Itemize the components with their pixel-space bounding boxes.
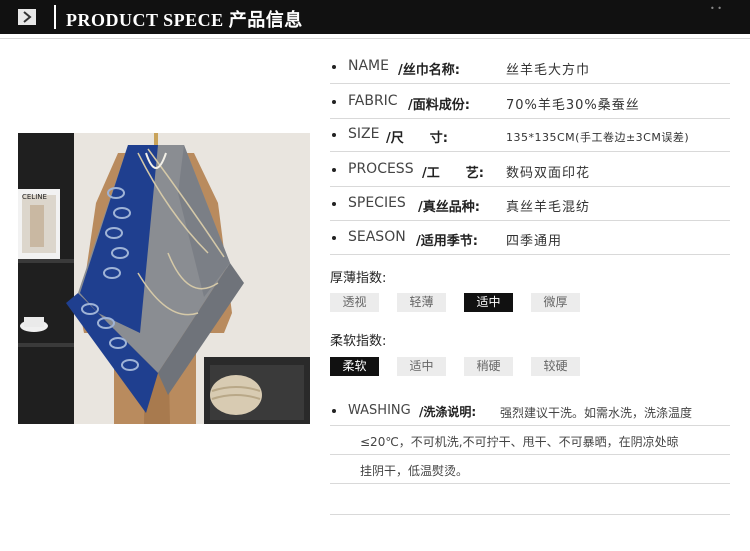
thickness-option[interactable]: 轻薄 bbox=[397, 293, 446, 312]
softness-option[interactable]: 适中 bbox=[397, 357, 446, 376]
softness-option[interactable]: 稍硬 bbox=[464, 357, 513, 376]
header-divider bbox=[54, 5, 56, 29]
softness-option[interactable]: 较硬 bbox=[531, 357, 580, 376]
bullet-icon bbox=[332, 236, 336, 240]
bullet-icon bbox=[332, 65, 336, 69]
spec-value: 丝羊毛大方巾 bbox=[506, 63, 591, 78]
washing-line-2: ≤20℃，不可机洗,不可拧干、甩干、不可暴晒，在阴凉处晾 bbox=[330, 426, 730, 455]
header-underline bbox=[0, 38, 750, 39]
spec-value: 真丝羊毛混纺 bbox=[506, 200, 591, 215]
spec-row-process: PROCESS /工 艺: 数码双面印花 bbox=[330, 153, 730, 187]
washing-line-1: WASHING /洗涤说明: 强烈建议干洗。如需水洗，洗涤温度 bbox=[330, 397, 730, 426]
softness-option-selected[interactable]: 柔软 bbox=[330, 357, 379, 376]
spec-label-en: NAME bbox=[348, 58, 389, 74]
washing-text: ≤20℃，不可机洗,不可拧干、甩干、不可暴晒，在阴凉处晾 bbox=[360, 435, 679, 449]
bullet-icon bbox=[332, 133, 336, 137]
washing-line-3: 挂阴干，低温熨烫。 bbox=[330, 455, 730, 484]
spec-label-cn: /尺 寸: bbox=[386, 131, 448, 146]
spec-value: 四季通用 bbox=[506, 234, 563, 249]
spec-value: 数码双面印花 bbox=[506, 166, 591, 181]
thickness-option-selected[interactable]: 适中 bbox=[464, 293, 513, 312]
spec-label-cn: /适用季节: bbox=[416, 234, 478, 249]
decorative-dots: • • bbox=[710, 4, 722, 13]
spec-label-en: SPECIES bbox=[348, 195, 406, 211]
spec-row-species: SPECIES /真丝品种: 真丝羊毛混纺 bbox=[330, 187, 730, 221]
bullet-icon bbox=[332, 202, 336, 206]
spec-row-name: NAME /丝巾名称: 丝羊毛大方巾 bbox=[330, 50, 730, 84]
thickness-label: 厚薄指数: bbox=[330, 271, 387, 286]
washing-text: 强烈建议干洗。如需水洗，洗涤温度 bbox=[500, 406, 693, 420]
thickness-option[interactable]: 透视 bbox=[330, 293, 379, 312]
washing-label-cn: /洗涤说明: bbox=[419, 405, 477, 419]
bullet-icon bbox=[332, 100, 336, 104]
spec-value: 135*135CM(手工卷边±3CM误差) bbox=[506, 131, 690, 144]
spec-row-size: SIZE /尺 寸: 135*135CM(手工卷边±3CM误差) bbox=[330, 118, 730, 152]
spec-label-en: SIZE bbox=[348, 126, 380, 142]
spec-label-en: PROCESS bbox=[348, 161, 414, 177]
spec-label-en: SEASON bbox=[348, 229, 406, 245]
bullet-icon bbox=[332, 168, 336, 172]
chevron-right-icon bbox=[18, 9, 36, 25]
spec-row-season: SEASON /适用季节: 四季通用 bbox=[330, 221, 730, 255]
spec-label-cn: /真丝品种: bbox=[418, 200, 480, 215]
softness-label: 柔软指数: bbox=[330, 334, 387, 349]
section-header: PRODUCT SPECE 产品信息 • • bbox=[0, 0, 750, 34]
spec-label-cn: /面料成份: bbox=[408, 98, 470, 113]
bullet-icon bbox=[332, 409, 336, 413]
washing-label-en: WASHING bbox=[348, 403, 411, 418]
washing-line-4 bbox=[330, 486, 730, 515]
washing-text: 挂阴干，低温熨烫。 bbox=[360, 464, 469, 478]
spec-label-cn: /丝巾名称: bbox=[398, 63, 460, 78]
spec-label-en: FABRIC bbox=[348, 93, 398, 109]
spec-row-fabric: FABRIC /面料成份: 70%羊毛30%桑蚕丝 bbox=[330, 85, 730, 119]
spec-label-cn: /工 艺: bbox=[422, 166, 484, 181]
page-title: PRODUCT SPECE 产品信息 bbox=[66, 10, 303, 30]
spec-value: 70%羊毛30%桑蚕丝 bbox=[506, 98, 640, 113]
product-photo: CELINE bbox=[18, 133, 310, 424]
book-cover-text: CELINE bbox=[22, 193, 47, 201]
thickness-option[interactable]: 微厚 bbox=[531, 293, 580, 312]
